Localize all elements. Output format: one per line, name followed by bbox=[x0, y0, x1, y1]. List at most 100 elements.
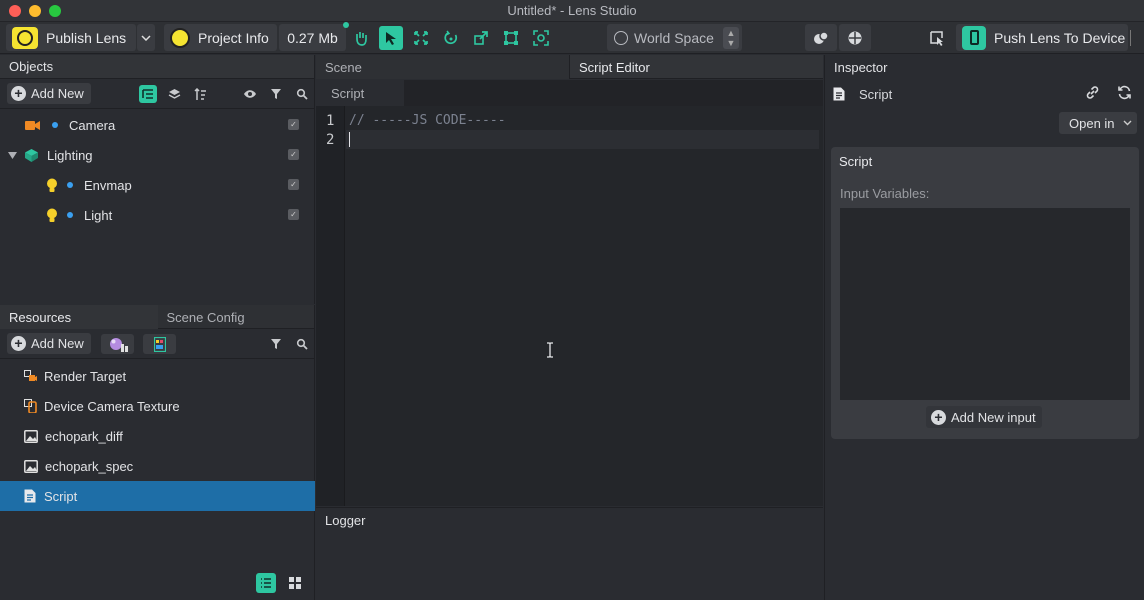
add-object-button[interactable]: + Add New bbox=[7, 83, 91, 104]
publish-lens-button[interactable]: Publish Lens bbox=[6, 24, 136, 51]
search-icon bbox=[296, 88, 308, 100]
resource-label: Script bbox=[44, 488, 78, 504]
logger-header: Logger bbox=[316, 508, 823, 532]
project-info-icon bbox=[170, 27, 190, 48]
enable-checkbox[interactable]: ✓ bbox=[288, 179, 299, 190]
enable-checkbox[interactable]: ✓ bbox=[288, 209, 299, 220]
line-number-gutter: 1 2 bbox=[316, 106, 345, 506]
sort-button[interactable] bbox=[191, 85, 209, 103]
filter-icon bbox=[271, 339, 281, 349]
resources-filter-button[interactable] bbox=[267, 335, 285, 353]
material-library-button[interactable] bbox=[101, 334, 134, 354]
asset-library-button[interactable] bbox=[143, 334, 176, 354]
resources-search-button[interactable] bbox=[293, 335, 311, 353]
filter-button[interactable] bbox=[267, 85, 285, 103]
grid-view-button[interactable] bbox=[285, 573, 305, 593]
objects-panel-title: Objects bbox=[9, 59, 54, 74]
layers-view-button[interactable] bbox=[165, 85, 183, 103]
object-item-envmap[interactable]: Envmap ✓ bbox=[0, 170, 315, 200]
title-bar: Untitled* - Lens Studio bbox=[0, 0, 1144, 22]
lighting-icon bbox=[25, 148, 38, 162]
resource-item-render-target[interactable]: Render Target bbox=[0, 361, 315, 391]
preview-button[interactable] bbox=[805, 24, 837, 51]
lens-size-indicator[interactable]: 0.27 Mb bbox=[279, 22, 349, 51]
hierarchy-view-button[interactable] bbox=[139, 85, 157, 103]
plus-circle-icon: + bbox=[11, 336, 26, 351]
refresh-button[interactable] bbox=[1117, 85, 1133, 101]
grid-icon bbox=[289, 577, 301, 589]
resource-item-device-camera-texture[interactable]: Device Camera Texture bbox=[0, 391, 315, 421]
objects-panel-header: Objects bbox=[0, 55, 314, 79]
enabled-dot bbox=[67, 182, 73, 188]
pair-device-button[interactable] bbox=[839, 24, 871, 51]
focus-target-icon bbox=[533, 30, 549, 46]
tab-script-editor[interactable]: Script Editor bbox=[570, 55, 823, 79]
add-resource-button[interactable]: + Add New bbox=[7, 333, 91, 354]
add-object-label: Add New bbox=[31, 86, 84, 101]
project-info-button[interactable]: Project Info bbox=[164, 24, 277, 51]
object-item-light[interactable]: Light ✓ bbox=[0, 200, 315, 230]
move-tool-button[interactable] bbox=[409, 26, 433, 50]
sort-icon bbox=[193, 87, 206, 100]
object-item-lighting[interactable]: Lighting ✓ bbox=[0, 140, 315, 170]
hand-tool-button[interactable] bbox=[349, 26, 373, 50]
resource-item-echopark-diff[interactable]: echopark_diff bbox=[0, 421, 315, 451]
tab-scene-config[interactable]: Scene Config bbox=[158, 305, 315, 329]
eye-icon bbox=[244, 90, 256, 98]
tab-scene[interactable]: Scene bbox=[316, 55, 570, 79]
image-icon bbox=[24, 429, 38, 443]
link-icon bbox=[1086, 86, 1099, 99]
inspector-title: Inspector bbox=[834, 59, 888, 75]
expand-arrow-icon[interactable] bbox=[8, 151, 17, 159]
inspector-panel: Inspector Script Open in Script Input Va… bbox=[824, 55, 1144, 600]
resource-item-echopark-spec[interactable]: echopark_spec bbox=[0, 451, 315, 481]
object-item-camera[interactable]: Camera ✓ bbox=[0, 110, 315, 140]
line-number: 2 bbox=[326, 132, 335, 148]
list-view-button[interactable] bbox=[256, 573, 276, 593]
select-tool-button[interactable] bbox=[379, 26, 403, 50]
world-space-select[interactable]: World Space ▲ ▼ bbox=[607, 24, 742, 51]
world-space-label: World Space bbox=[634, 29, 714, 46]
document-color-icon bbox=[153, 336, 166, 352]
bulb-icon bbox=[47, 178, 57, 192]
camera-icon bbox=[25, 121, 40, 130]
tab-scene-config-label: Scene Config bbox=[166, 309, 245, 325]
push-lens-to-device-button[interactable]: Push Lens To Device bbox=[956, 24, 1128, 51]
send-to-device-button[interactable] bbox=[925, 26, 949, 50]
visibility-button[interactable] bbox=[241, 85, 259, 103]
editor-tab-script[interactable]: Script bbox=[316, 80, 404, 106]
objects-panel: Objects + Add New Camera ✓ Lighting ✓ En… bbox=[0, 55, 315, 304]
rotate-tool-button[interactable] bbox=[439, 26, 463, 50]
rect-tool-button[interactable] bbox=[499, 26, 523, 50]
publish-lens-label: Publish Lens bbox=[46, 29, 127, 46]
enabled-dot bbox=[52, 122, 58, 128]
render-target-icon bbox=[24, 369, 37, 381]
add-new-input-button[interactable]: + Add New input bbox=[926, 406, 1042, 428]
scale-tool-button[interactable] bbox=[469, 26, 493, 50]
editor-tab-label: Script bbox=[331, 85, 365, 101]
publish-options-dropdown[interactable] bbox=[137, 24, 155, 51]
resources-tabbar: Resources Scene Config bbox=[0, 305, 314, 329]
enable-checkbox[interactable]: ✓ bbox=[288, 119, 299, 130]
device-texture-icon bbox=[24, 399, 37, 413]
scale-icon bbox=[474, 31, 488, 45]
resource-label: Render Target bbox=[44, 368, 127, 384]
list-icon bbox=[261, 578, 271, 588]
text-caret bbox=[349, 132, 350, 147]
object-label: Lighting bbox=[47, 147, 93, 163]
layers-icon bbox=[168, 88, 180, 99]
center-tabbar: Scene Script Editor bbox=[316, 55, 823, 79]
rect-transform-icon bbox=[504, 31, 518, 45]
open-in-dropdown[interactable]: Open in bbox=[1059, 112, 1137, 134]
search-button[interactable] bbox=[293, 85, 311, 103]
tab-resources[interactable]: Resources bbox=[0, 305, 158, 329]
current-line-highlight bbox=[346, 130, 819, 149]
code-editor[interactable]: 1 2 // -----JS CODE----- bbox=[316, 106, 823, 506]
resource-item-script[interactable]: Script bbox=[0, 481, 315, 511]
enable-checkbox[interactable]: ✓ bbox=[288, 149, 299, 160]
focus-tool-button[interactable] bbox=[529, 26, 553, 50]
phone-icon bbox=[962, 25, 986, 50]
link-button[interactable] bbox=[1085, 85, 1101, 101]
code-line: // -----JS CODE----- bbox=[349, 113, 506, 128]
resource-label: Device Camera Texture bbox=[44, 398, 180, 414]
